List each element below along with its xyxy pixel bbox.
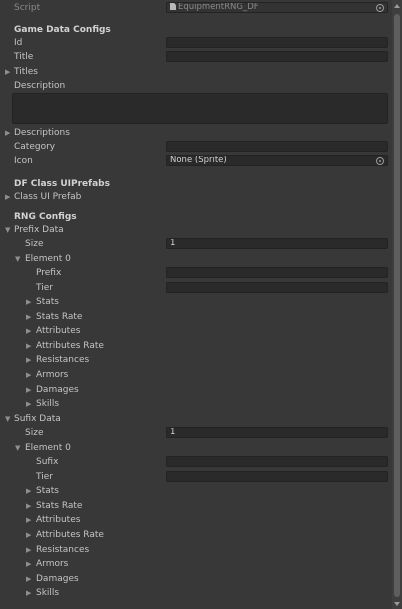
prefix-attributes-rate-label: Attributes Rate [36, 341, 104, 351]
foldout-collapsed-icon[interactable]: ▶ [26, 513, 31, 527]
prefix-armors-label: Armors [36, 370, 69, 380]
sufix-data-label: Sufix Data [14, 414, 61, 424]
title-input[interactable] [166, 51, 388, 62]
scrollbar-thumb[interactable] [394, 14, 400, 597]
prefix-resistances-label: Resistances [36, 355, 90, 365]
scroll-down-arrow-icon[interactable] [394, 602, 400, 606]
id-label: Id [14, 38, 23, 48]
prefix-damages-label: Damages [36, 385, 79, 395]
icon-object-field[interactable]: None (Sprite) [166, 155, 388, 166]
descriptions-label: Descriptions [14, 128, 70, 138]
script-value: EquipmentRNG_DF [178, 2, 259, 12]
object-picker-icon[interactable] [376, 3, 384, 12]
df-class-header: DF Class UIPrefabs [14, 179, 110, 189]
sufix-attributes-rate-label: Attributes Rate [36, 530, 104, 540]
sufix-size-label: Size [25, 428, 44, 438]
sufix-damages-label: Damages [36, 574, 79, 584]
foldout-collapsed-icon[interactable]: ▶ [26, 353, 31, 367]
foldout-collapsed-icon[interactable]: ▶ [5, 126, 10, 140]
sufix-tier-input[interactable] [166, 471, 388, 482]
vertical-scrollbar[interactable] [392, 0, 402, 609]
foldout-expanded-icon[interactable]: ▼ [15, 441, 20, 455]
sufix-skills-label: Skills [36, 588, 60, 598]
script-label: Script [14, 3, 41, 13]
foldout-collapsed-icon[interactable]: ▶ [26, 484, 31, 498]
foldout-collapsed-icon[interactable]: ▶ [26, 397, 31, 411]
foldout-collapsed-icon[interactable]: ▶ [26, 557, 31, 571]
sufix-attributes-label: Attributes [36, 515, 81, 525]
foldout-collapsed-icon[interactable]: ▶ [26, 368, 31, 382]
prefix-element-label: Element 0 [25, 254, 71, 264]
prefix-stats-label: Stats [36, 297, 59, 307]
object-picker-icon[interactable] [376, 156, 384, 165]
foldout-collapsed-icon[interactable]: ▶ [26, 383, 31, 397]
sufix-tier-label: Tier [36, 472, 53, 482]
description-textarea[interactable] [12, 93, 388, 124]
foldout-collapsed-icon[interactable]: ▶ [26, 339, 31, 353]
description-label: Description [14, 81, 66, 91]
foldout-collapsed-icon[interactable]: ▶ [26, 543, 31, 557]
prefix-tier-label: Tier [36, 283, 53, 293]
sufix-name-input[interactable] [166, 456, 388, 467]
foldout-collapsed-icon[interactable]: ▶ [5, 190, 10, 204]
prefix-data-label: Prefix Data [14, 225, 64, 235]
prefix-name-input[interactable] [166, 267, 388, 278]
foldout-collapsed-icon[interactable]: ▶ [26, 572, 31, 586]
foldout-collapsed-icon[interactable]: ▶ [26, 528, 31, 542]
scroll-up-arrow-icon[interactable] [394, 4, 400, 8]
script-object-field[interactable]: EquipmentRNG_DF [166, 2, 388, 13]
foldout-collapsed-icon[interactable]: ▶ [5, 65, 10, 79]
sufix-stats-label: Stats [36, 486, 59, 496]
foldout-collapsed-icon[interactable]: ▶ [26, 324, 31, 338]
script-file-icon [170, 3, 176, 10]
sufix-armors-label: Armors [36, 559, 69, 569]
category-label: Category [14, 142, 56, 152]
sufix-name-label: Sufix [36, 457, 59, 467]
foldout-expanded-icon[interactable]: ▼ [5, 223, 10, 237]
foldout-expanded-icon[interactable]: ▼ [15, 252, 20, 266]
sufix-stats-rate-label: Stats Rate [36, 501, 83, 511]
prefix-attributes-label: Attributes [36, 326, 81, 336]
foldout-collapsed-icon[interactable]: ▶ [26, 310, 31, 324]
prefix-tier-input[interactable] [166, 282, 388, 293]
foldout-expanded-icon[interactable]: ▼ [5, 412, 10, 426]
sufix-resistances-label: Resistances [36, 545, 90, 555]
game-data-header: Game Data Configs [14, 25, 111, 35]
foldout-collapsed-icon[interactable]: ▶ [26, 499, 31, 513]
icon-label: Icon [14, 156, 33, 166]
sufix-element-label: Element 0 [25, 443, 71, 453]
sufix-size-input[interactable]: 1 [166, 427, 388, 438]
prefix-size-input[interactable]: 1 [166, 238, 388, 249]
category-input[interactable] [166, 141, 388, 152]
icon-value: None (Sprite) [170, 155, 227, 165]
foldout-collapsed-icon[interactable]: ▶ [26, 295, 31, 309]
titles-label: Titles [14, 67, 38, 77]
class-ui-prefab-label: Class UI Prefab [14, 192, 82, 202]
foldout-collapsed-icon[interactable]: ▶ [26, 586, 31, 600]
prefix-name-label: Prefix [36, 268, 62, 278]
id-input[interactable] [166, 37, 388, 48]
prefix-stats-rate-label: Stats Rate [36, 312, 83, 322]
prefix-size-label: Size [25, 239, 44, 249]
prefix-skills-label: Skills [36, 399, 60, 409]
title-label: Title [14, 52, 34, 62]
rng-header: RNG Configs [14, 212, 77, 222]
